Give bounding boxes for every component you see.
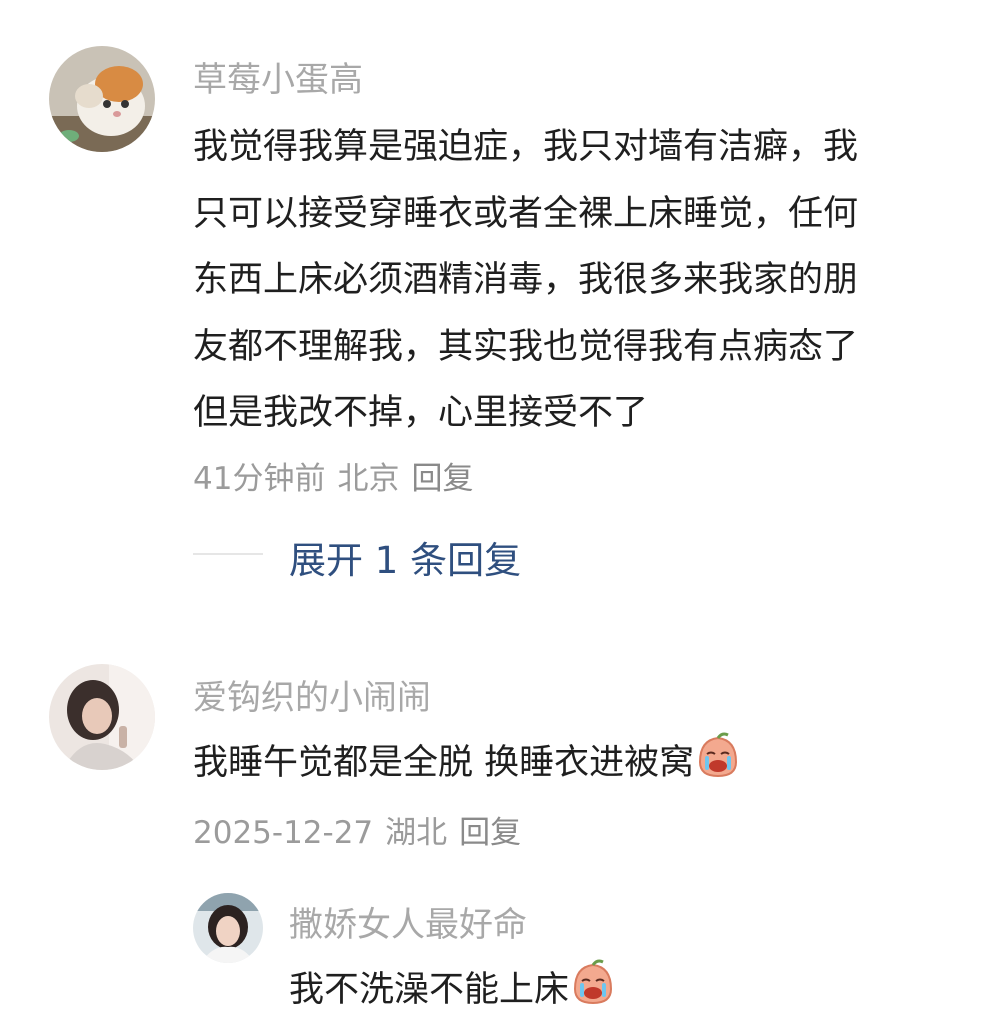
reply-text: 我不洗澡不能上床 [289,959,617,1024]
location: 北京 [337,461,400,497]
comment-line: 但是我改不掉，心里接受不了 [193,393,649,433]
username[interactable]: 爱钩织的小闹闹 [193,670,431,719]
comment-body: 我睡午觉都是全脱 换睡衣进被窝 [193,743,695,783]
expand-replies-button[interactable]: 展开 1 条回复 [289,530,521,584]
woman-portrait-avatar-image [193,893,263,963]
crying-face-emoji [569,959,617,1024]
comment-meta: 2025-12-27 湖北 回复 [193,807,533,852]
girl-portrait-avatar-image [49,664,155,770]
comment-text: 我觉得我算是强迫症，我只对墙有洁癖，我 只可以接受穿睡衣或者全裸上床睡觉，任何 … [193,114,993,447]
comment-line: 只可以接受穿睡衣或者全裸上床睡觉，任何 [193,193,859,234]
avatar[interactable] [49,664,155,770]
timestamp: 2025-12-27 [193,815,374,851]
comment-meta: 41分钟前 北京 回复 [193,453,485,498]
comment-text: 我睡午觉都是全脱 换睡衣进被窝 [193,732,742,797]
comment-line: 东西上床必须酒精消毒，我很多来我家的朋 [193,260,859,300]
username[interactable]: 撒娇女人最好命 [289,897,527,946]
crying-face-emoji [694,732,742,797]
username[interactable]: 草莓小蛋高 [193,52,363,101]
location: 湖北 [385,815,448,851]
reply-button[interactable]: 回复 [459,815,521,851]
avatar[interactable] [193,893,263,963]
avatar[interactable] [49,46,155,152]
divider [193,553,263,555]
reply-body: 我不洗澡不能上床 [289,970,570,1010]
comment-line: 友都不理解我，其实我也觉得我有点病态了 [193,326,859,367]
comment-line: 我觉得我算是强迫症，我只对墙有洁癖，我 [193,127,859,167]
timestamp: 41分钟前 [193,461,326,497]
reply-button[interactable]: 回复 [411,461,473,497]
cat-avatar-image [49,46,155,152]
